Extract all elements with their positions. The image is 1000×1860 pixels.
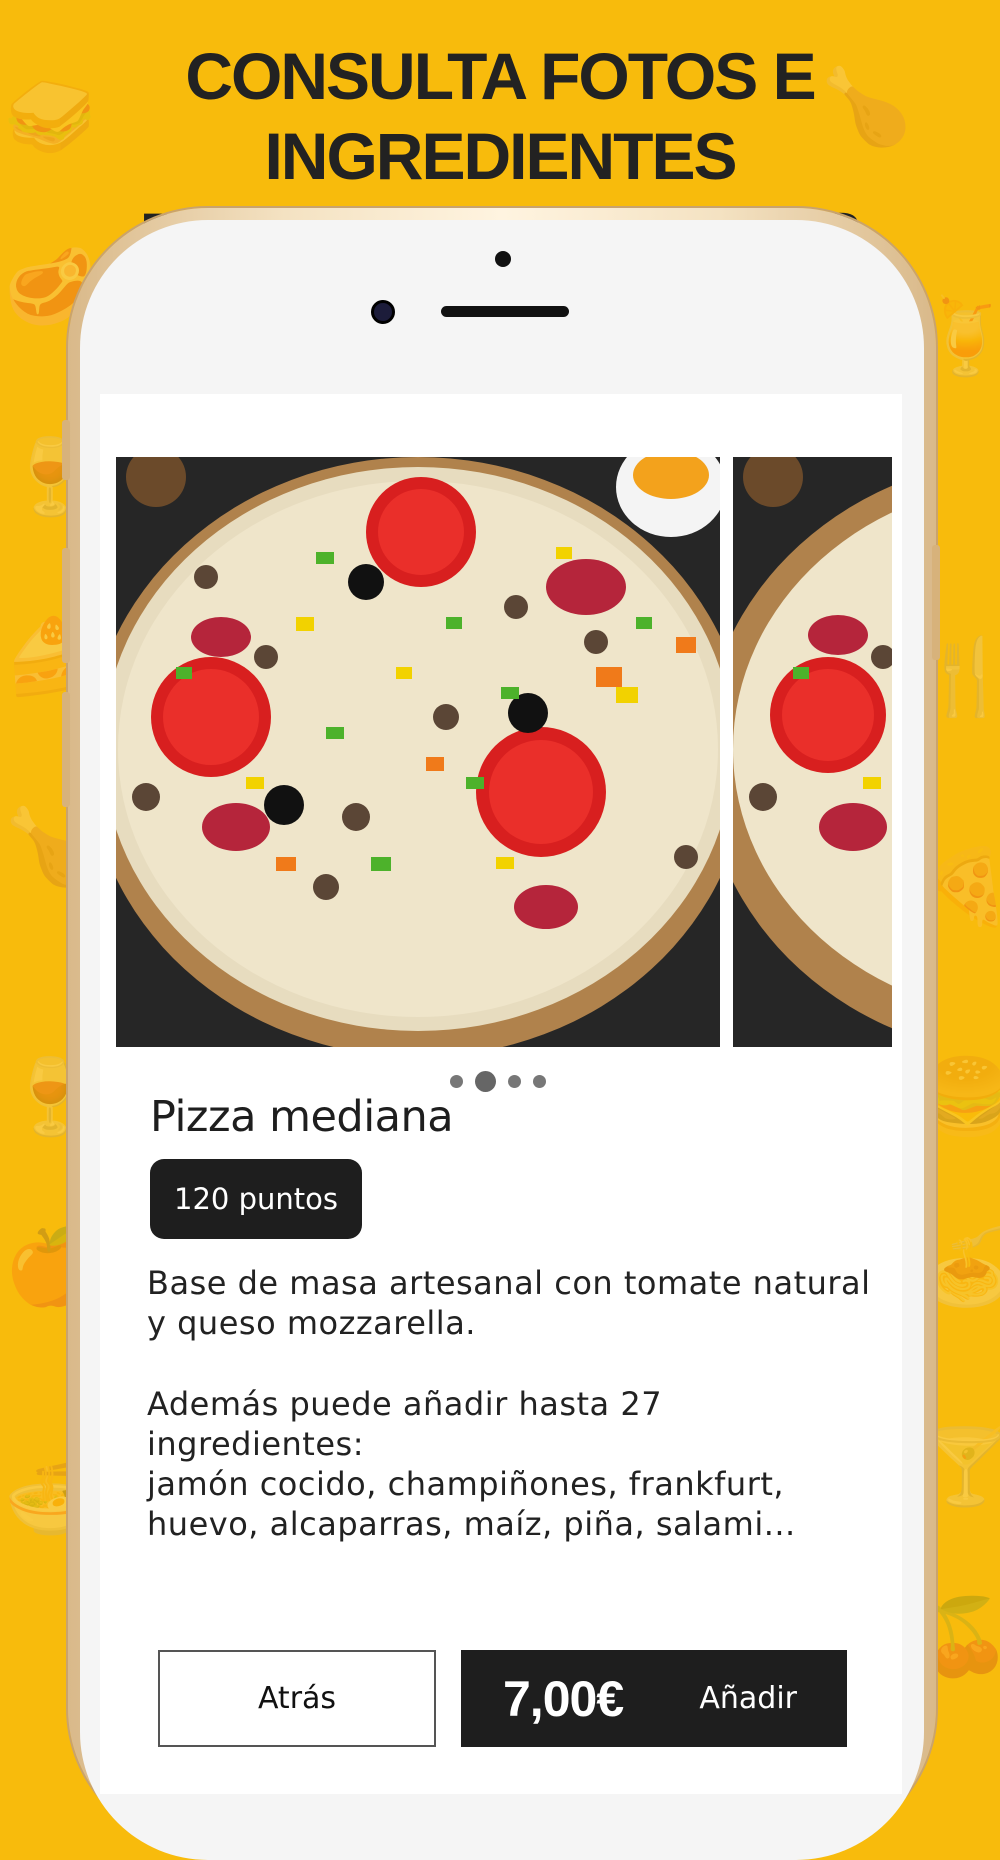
item-title: Pizza mediana [150,1092,454,1142]
headline-line-1: CONSULTA FOTOS E INGREDIENTES [185,39,816,193]
pagination-dot[interactable] [508,1074,521,1088]
carousel-slide-next[interactable] [733,457,892,1047]
price-label: 7,00€ [503,1670,624,1727]
add-to-cart-button[interactable]: 7,00€ Añadir [461,1650,847,1747]
pagination-dot[interactable] [533,1074,546,1088]
item-extras: Además puede añadir hasta 27 ingrediente… [147,1384,877,1544]
pizza-photo-peek [733,457,892,1047]
proximity-sensor [495,251,511,267]
extras-line: Además puede añadir hasta 27 ingrediente… [147,1385,663,1463]
pizza-photo [116,457,720,1047]
pagination-dot-active[interactable] [475,1070,496,1092]
description-line: Base de masa artesanal con tomate natura… [147,1264,871,1302]
front-camera [371,300,395,324]
extras-line: huevo, alcaparras, maíz, piña, salami... [147,1505,796,1543]
phone-volume-down [62,692,70,807]
item-description: Base de masa artesanal con tomate natura… [147,1263,877,1343]
phone-volume-up [62,548,70,663]
photo-carousel[interactable] [116,457,892,1047]
phone-power-button [932,545,940,660]
back-button[interactable]: Atrás [158,1650,436,1747]
add-label: Añadir [699,1681,797,1716]
pagination-dot[interactable] [450,1074,463,1088]
carousel-slide[interactable] [116,457,720,1047]
description-line: y queso mozzarella. [147,1304,476,1342]
phone-side-button [62,420,70,480]
earpiece-speaker [441,306,569,317]
points-badge: 120 puntos [150,1159,362,1239]
extras-line: jamón cocido, champiñones, frankfurt, [147,1465,785,1503]
carousel-pagination [450,1069,546,1093]
